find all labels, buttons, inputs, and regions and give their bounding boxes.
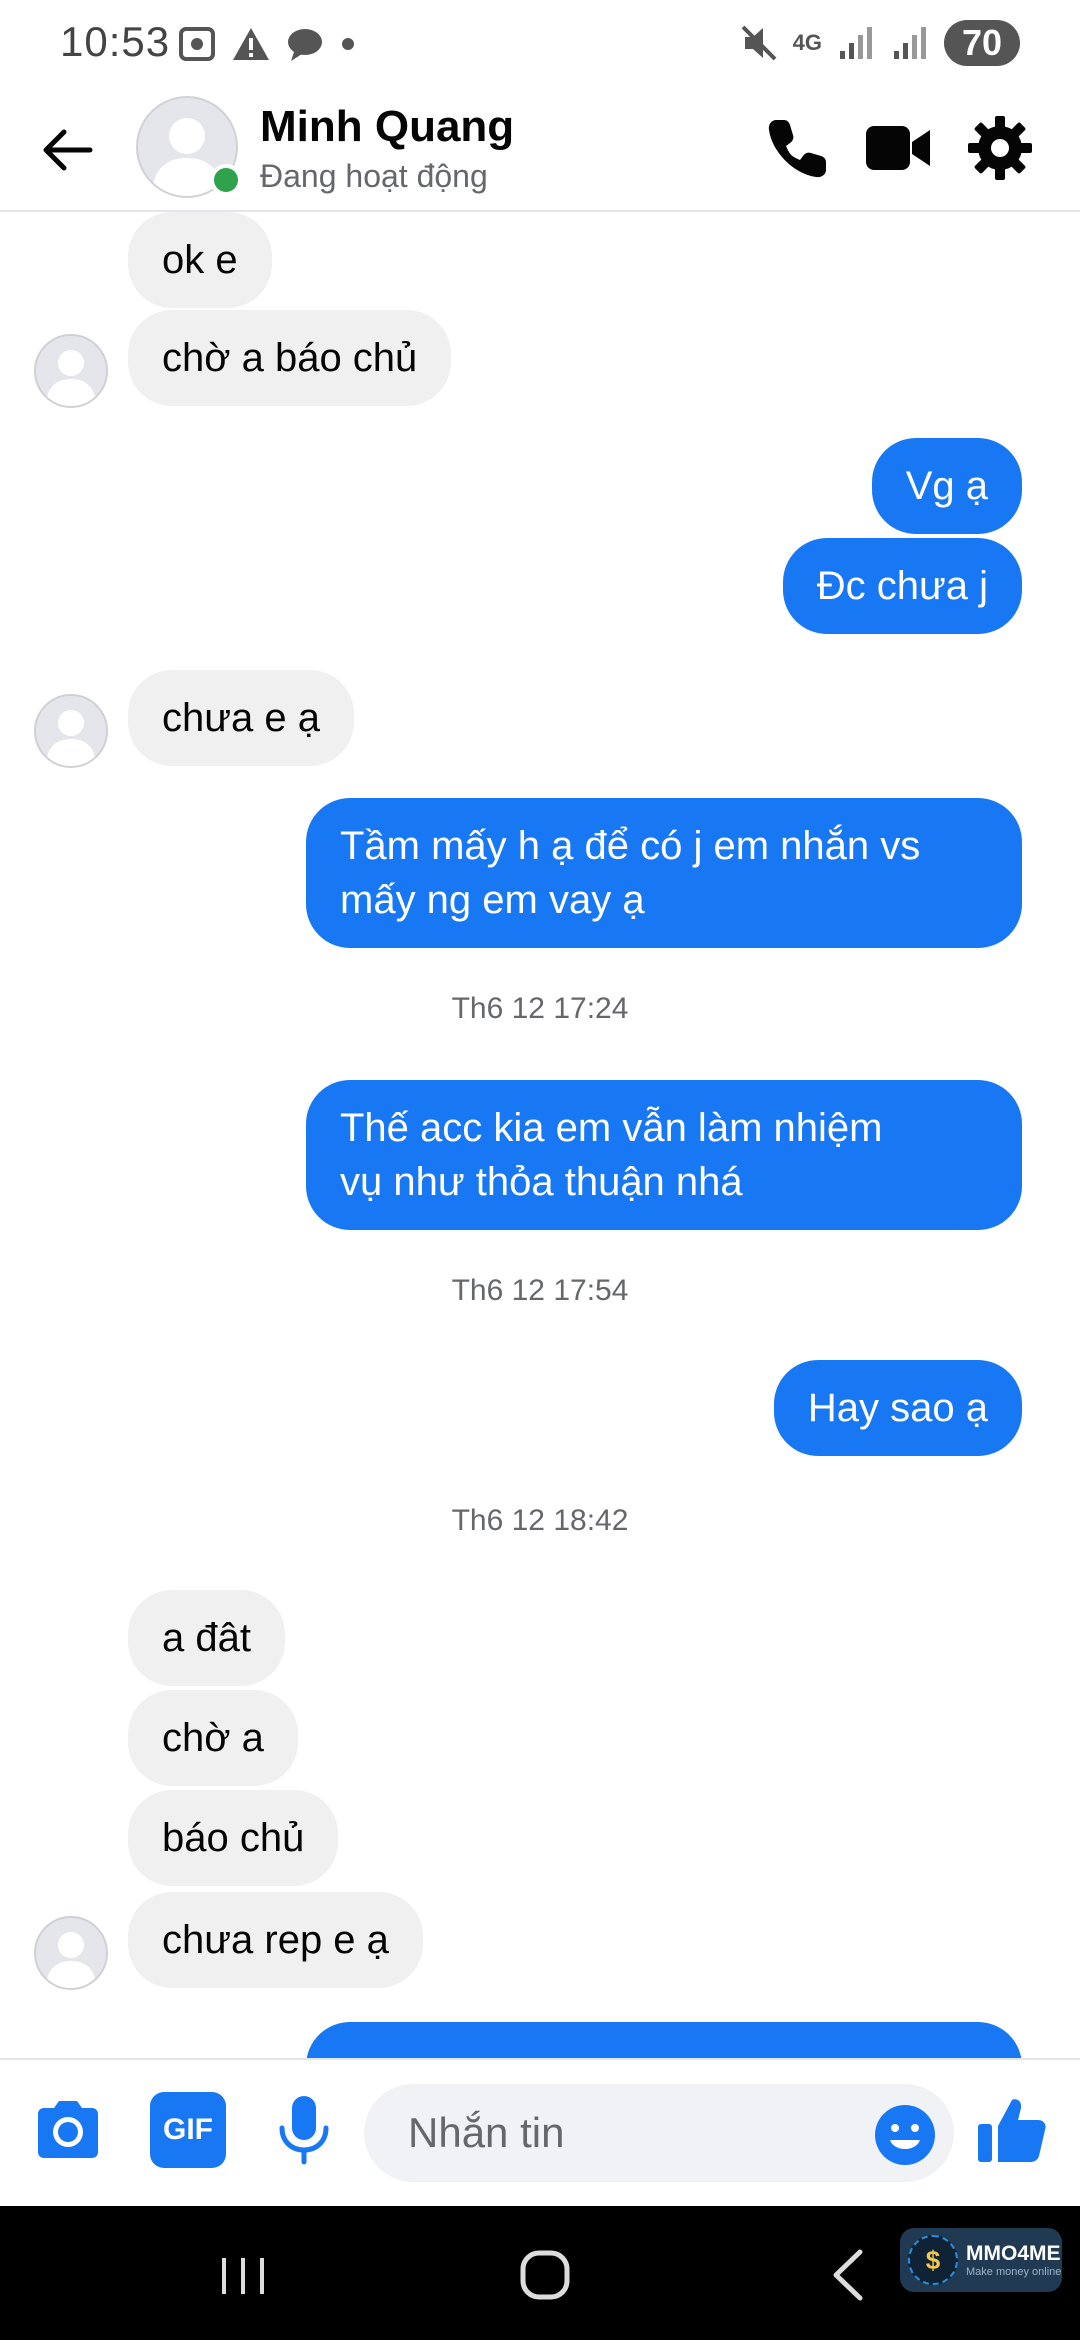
incoming-message[interactable]: chờ a báo chủ xyxy=(128,310,452,406)
outgoing-message[interactable]: Hay sao ạ xyxy=(773,1360,1022,1456)
dollar-logo-icon: $ xyxy=(908,2235,958,2285)
like-icon[interactable] xyxy=(974,2092,1050,2168)
mute-icon xyxy=(741,25,777,61)
signal-icon xyxy=(839,27,872,59)
contact-status: Đang hoạt động xyxy=(260,158,488,194)
outgoing-message-partial[interactable] xyxy=(306,2022,1022,2058)
incoming-message[interactable]: chờ a xyxy=(128,1690,298,1786)
battery-indicator: 70 xyxy=(943,20,1020,66)
sender-avatar[interactable] xyxy=(34,1916,108,1990)
default-avatar-icon xyxy=(46,1932,96,1988)
message-input[interactable] xyxy=(364,2084,954,2182)
screenshot-icon xyxy=(179,27,215,61)
watermark-title: MMO4ME xyxy=(966,2242,1061,2265)
emoji-icon[interactable] xyxy=(874,2104,936,2166)
dot-icon xyxy=(342,38,354,50)
chat-bubble-icon xyxy=(288,29,322,61)
sender-avatar[interactable] xyxy=(34,694,108,768)
warning-icon xyxy=(233,28,269,60)
incoming-message[interactable]: chưa e ạ xyxy=(128,670,354,766)
status-right-icons: 4G 70 xyxy=(739,20,1020,66)
camera-icon[interactable] xyxy=(30,2092,106,2168)
outgoing-message[interactable]: Thế acc kia em vẫn làm nhiệm vụ như thỏa… xyxy=(306,1080,1022,1230)
back-arrow-icon[interactable] xyxy=(36,118,100,182)
sender-avatar[interactable] xyxy=(34,334,108,408)
outgoing-message[interactable]: Đc chưa j xyxy=(782,538,1022,634)
incoming-message[interactable]: ok e xyxy=(128,212,272,308)
status-time: 10:53 xyxy=(60,18,171,65)
status-notification-icons xyxy=(178,22,356,66)
message-composer: GIF xyxy=(0,2058,1080,2208)
status-bar: 10:53 4G 70 xyxy=(0,0,1080,88)
contact-name[interactable]: Minh Quang xyxy=(260,102,514,152)
online-indicator xyxy=(210,164,242,196)
default-avatar-icon xyxy=(46,350,96,406)
incoming-message[interactable]: báo chủ xyxy=(128,1790,339,1886)
recents-icon[interactable] xyxy=(208,2240,278,2310)
conversation-header: Minh Quang Đang hoạt động xyxy=(0,88,1080,212)
default-avatar-icon xyxy=(46,710,96,766)
watermark-badge: $ MMO4ME Make money online xyxy=(900,2228,1062,2292)
outgoing-message[interactable]: Vg ạ xyxy=(871,438,1022,534)
network-type: 4G xyxy=(792,30,822,55)
video-icon[interactable] xyxy=(862,112,934,184)
timestamp: Th6 12 17:54 xyxy=(451,1274,629,1307)
incoming-message[interactable]: chưa rep e ạ xyxy=(128,1892,423,1988)
system-navigation-bar: $ MMO4ME Make money online xyxy=(0,2206,1080,2340)
gif-icon[interactable]: GIF xyxy=(150,2092,226,2168)
message-list[interactable]: ok e chờ a báo chủ Vg ạ Đc chưa j chưa e… xyxy=(0,212,1080,2058)
timestamp: Th6 12 18:42 xyxy=(451,1504,629,1537)
nav-back-icon[interactable] xyxy=(814,2240,884,2310)
timestamp: Th6 12 17:24 xyxy=(451,992,629,1025)
gear-icon[interactable] xyxy=(964,112,1036,184)
microphone-icon[interactable] xyxy=(266,2092,342,2168)
outgoing-message[interactable]: Tầm mấy h ạ để có j em nhắn vs mấy ng em… xyxy=(306,798,1022,948)
watermark-subtitle: Make money online xyxy=(966,2266,1062,2278)
home-icon[interactable] xyxy=(510,2240,580,2310)
signal-icon-2 xyxy=(893,27,926,59)
incoming-message[interactable]: a đât xyxy=(128,1590,285,1686)
phone-icon[interactable] xyxy=(762,112,834,184)
